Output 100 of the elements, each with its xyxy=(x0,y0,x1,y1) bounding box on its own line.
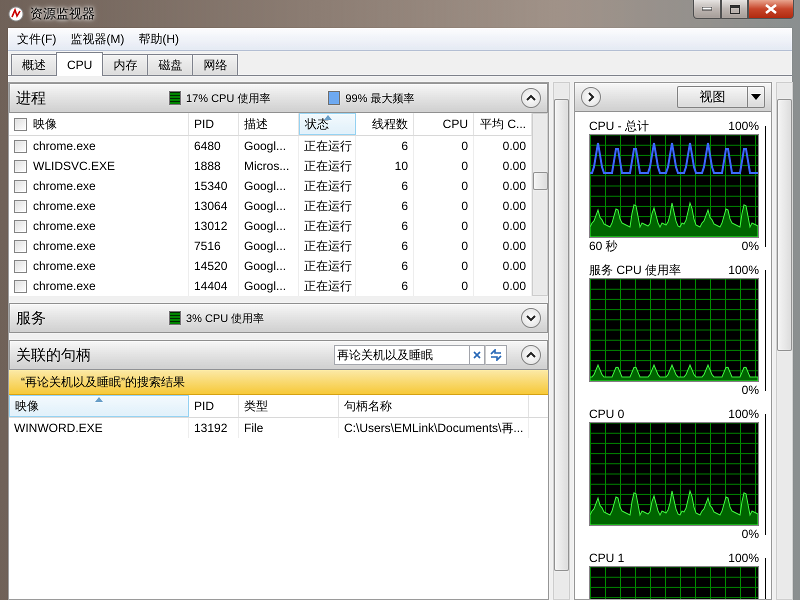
table-cell: chrome.exe xyxy=(33,279,96,293)
chevron-up-icon xyxy=(526,94,536,102)
table-cell: 14404 xyxy=(194,279,228,293)
tab[interactable]: 概述 xyxy=(11,54,57,75)
table-cell: 正在运行 xyxy=(304,238,352,254)
table-cell: 正在运行 xyxy=(304,138,352,154)
table-cell: 0 xyxy=(461,219,468,233)
tab[interactable]: 内存 xyxy=(102,54,148,75)
table-cell: 6 xyxy=(401,239,408,253)
graph-max-label: 100% xyxy=(728,119,759,133)
sort-arrow-icon xyxy=(324,115,332,120)
table-cell: 0.00 xyxy=(502,159,526,173)
graph-max-label: 100% xyxy=(728,551,759,565)
checkbox[interactable] xyxy=(14,200,27,212)
table-cell: 6 xyxy=(401,279,408,293)
checkbox[interactable] xyxy=(14,220,27,232)
table-cell: 0.00 xyxy=(502,239,526,253)
table-cell: 正在运行 xyxy=(304,258,352,274)
column-header[interactable]: 映像 xyxy=(9,395,189,417)
table-cell: 正在运行 xyxy=(304,158,352,174)
table-cell: 14520 xyxy=(194,259,228,273)
checkbox[interactable] xyxy=(14,280,27,292)
table-cell: WINWORD.EXE xyxy=(14,421,103,435)
window-title: 资源监视器 xyxy=(30,5,96,23)
section-title: 服务 xyxy=(16,308,47,328)
collapse-button[interactable] xyxy=(521,345,541,365)
table-cell: WLIDSVC.EXE xyxy=(33,159,116,173)
table-cell: chrome.exe xyxy=(33,199,96,213)
collapse-button[interactable] xyxy=(521,88,541,108)
table-cell: Googl... xyxy=(244,199,286,213)
minimize-button[interactable] xyxy=(693,0,721,19)
checkbox[interactable] xyxy=(14,140,27,152)
table-cell: Googl... xyxy=(244,179,286,193)
table-cell: 0 xyxy=(461,199,468,213)
table-cell: 0.00 xyxy=(502,279,526,293)
table-cell: Googl... xyxy=(244,259,286,273)
table-cell: 10 xyxy=(394,159,408,173)
table-cell: 0.00 xyxy=(502,219,526,233)
clear-icon[interactable] xyxy=(470,345,485,365)
graph-min-label: 0% xyxy=(742,527,759,541)
section-header[interactable]: 关联的句柄 再论关机以及睡眠 xyxy=(9,340,548,370)
expand-button[interactable] xyxy=(521,308,541,328)
search-results-banner: “再论关机以及睡眠”的搜索结果 xyxy=(9,370,548,395)
legend-label: 17% CPU 使用率 xyxy=(186,92,270,106)
chevron-up-icon xyxy=(526,351,536,359)
checkbox[interactable] xyxy=(14,240,27,252)
menu-item[interactable]: 帮助(H) xyxy=(131,28,186,50)
scrollbar[interactable] xyxy=(553,82,570,600)
checkbox[interactable] xyxy=(14,180,27,192)
search-field[interactable]: 再论关机以及睡眠 xyxy=(334,345,470,365)
table-cell: chrome.exe xyxy=(33,139,96,153)
table-cell: 7516 xyxy=(194,239,221,253)
expand-right-button[interactable] xyxy=(581,87,601,107)
graph-title: 服务 CPU 使用率 xyxy=(589,262,682,278)
dropdown-arrow-icon xyxy=(751,94,761,100)
table-cell: chrome.exe xyxy=(33,259,96,273)
graph-title: CPU 1 xyxy=(589,551,624,565)
menu-item[interactable]: 文件(F) xyxy=(10,28,64,50)
table-cell: 13192 xyxy=(194,421,228,435)
table-cell: 0 xyxy=(461,179,468,193)
refresh-icon[interactable] xyxy=(485,345,507,365)
section-header[interactable]: 服务 3% CPU 使用率 xyxy=(9,303,548,333)
table-cell: 13064 xyxy=(194,199,228,213)
table-cell: Googl... xyxy=(244,239,286,253)
checkbox[interactable] xyxy=(14,260,27,272)
tab[interactable]: CPU xyxy=(56,52,104,76)
table-cell: 0.00 xyxy=(502,139,526,153)
section-header[interactable]: 进程 17% CPU 使用率 99% 最大频率 xyxy=(9,83,548,113)
app-icon xyxy=(8,6,24,22)
view-button[interactable]: 视图 xyxy=(677,86,765,108)
table-cell: 0.00 xyxy=(502,259,526,273)
table-cell: Googl... xyxy=(244,279,286,293)
table-cell: Googl... xyxy=(244,139,286,153)
chevron-right-icon xyxy=(587,92,595,102)
graph-min-label: 0% xyxy=(742,239,759,253)
checkbox[interactable] xyxy=(14,118,27,130)
maximize-button[interactable] xyxy=(721,0,748,19)
menu-item[interactable]: 监视器(M) xyxy=(63,28,132,50)
table-cell: 0 xyxy=(461,259,468,273)
scrollbar[interactable] xyxy=(776,82,793,600)
table-cell: Micros... xyxy=(244,159,290,173)
checkbox[interactable] xyxy=(14,160,27,172)
table-cell: 6 xyxy=(401,219,408,233)
table-cell: 6 xyxy=(401,179,408,193)
table-cell: 0 xyxy=(461,279,468,293)
legend-swatch xyxy=(169,311,181,325)
table-cell: C:\Users\EMLink\Documents\再... xyxy=(344,420,524,436)
table-cell: 6 xyxy=(401,199,408,213)
tab[interactable]: 磁盘 xyxy=(147,54,194,75)
section-title: 关联的句柄 xyxy=(16,346,92,364)
table-cell: 正在运行 xyxy=(304,198,352,214)
scrollbar[interactable] xyxy=(532,113,548,296)
table-cell: 13012 xyxy=(194,219,228,233)
graph-max-label: 100% xyxy=(728,263,759,277)
table-cell: 0 xyxy=(461,239,468,253)
graph-max-label: 100% xyxy=(728,407,759,421)
tab[interactable]: 网络 xyxy=(192,54,238,75)
table-cell: 0 xyxy=(461,139,468,153)
close-button[interactable] xyxy=(748,0,794,19)
section-title: 进程 xyxy=(16,88,47,108)
